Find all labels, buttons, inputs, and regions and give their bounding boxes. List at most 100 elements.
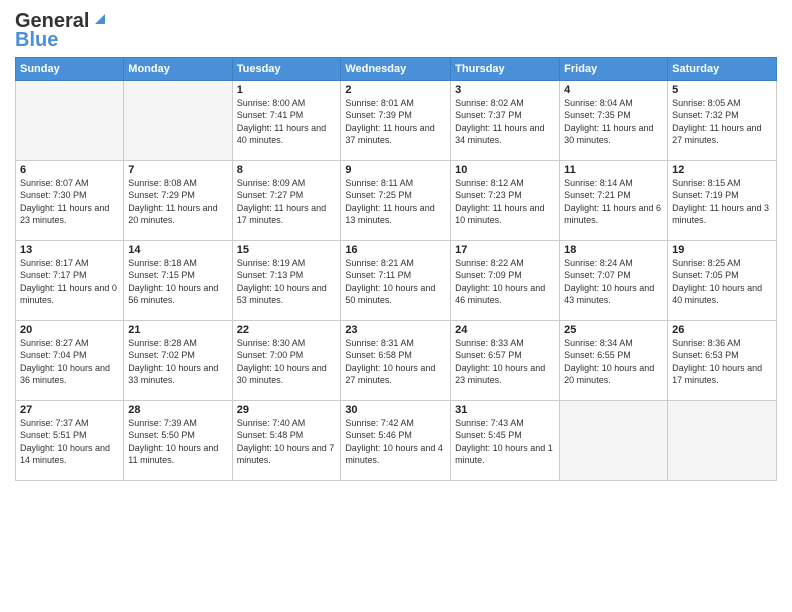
day-number: 3: [455, 84, 555, 96]
calendar-cell: 28Sunrise: 7:39 AM Sunset: 5:50 PM Dayli…: [124, 400, 232, 480]
calendar-cell: 20Sunrise: 8:27 AM Sunset: 7:04 PM Dayli…: [16, 320, 124, 400]
calendar-cell: 22Sunrise: 8:30 AM Sunset: 7:00 PM Dayli…: [232, 320, 341, 400]
calendar-header-row: SundayMondayTuesdayWednesdayThursdayFrid…: [16, 57, 777, 80]
calendar-cell: 18Sunrise: 8:24 AM Sunset: 7:07 PM Dayli…: [560, 240, 668, 320]
calendar-cell: [668, 400, 777, 480]
calendar-table: SundayMondayTuesdayWednesdayThursdayFrid…: [15, 57, 777, 481]
calendar-cell: 14Sunrise: 8:18 AM Sunset: 7:15 PM Dayli…: [124, 240, 232, 320]
day-info: Sunrise: 8:30 AM Sunset: 7:00 PM Dayligh…: [237, 337, 337, 387]
calendar-cell: 21Sunrise: 8:28 AM Sunset: 7:02 PM Dayli…: [124, 320, 232, 400]
day-number: 10: [455, 164, 555, 176]
header-tuesday: Tuesday: [232, 57, 341, 80]
day-info: Sunrise: 8:36 AM Sunset: 6:53 PM Dayligh…: [672, 337, 772, 387]
day-number: 18: [564, 244, 663, 256]
day-info: Sunrise: 8:11 AM Sunset: 7:25 PM Dayligh…: [345, 177, 446, 227]
logo-blue: Blue: [15, 29, 109, 51]
calendar-cell: 10Sunrise: 8:12 AM Sunset: 7:23 PM Dayli…: [451, 160, 560, 240]
calendar-cell: 6Sunrise: 8:07 AM Sunset: 7:30 PM Daylig…: [16, 160, 124, 240]
calendar-cell: 13Sunrise: 8:17 AM Sunset: 7:17 PM Dayli…: [16, 240, 124, 320]
day-info: Sunrise: 7:37 AM Sunset: 5:51 PM Dayligh…: [20, 417, 119, 467]
calendar-cell: 1Sunrise: 8:00 AM Sunset: 7:41 PM Daylig…: [232, 80, 341, 160]
calendar-cell: 8Sunrise: 8:09 AM Sunset: 7:27 PM Daylig…: [232, 160, 341, 240]
day-number: 13: [20, 244, 119, 256]
day-info: Sunrise: 8:00 AM Sunset: 7:41 PM Dayligh…: [237, 97, 337, 147]
day-number: 21: [128, 324, 227, 336]
calendar-cell: 26Sunrise: 8:36 AM Sunset: 6:53 PM Dayli…: [668, 320, 777, 400]
logo-icon: [91, 10, 109, 28]
day-number: 5: [672, 84, 772, 96]
page: General Blue SundayMondayTuesdayWednesda…: [0, 0, 792, 491]
day-info: Sunrise: 7:40 AM Sunset: 5:48 PM Dayligh…: [237, 417, 337, 467]
day-number: 25: [564, 324, 663, 336]
calendar-cell: 25Sunrise: 8:34 AM Sunset: 6:55 PM Dayli…: [560, 320, 668, 400]
day-number: 30: [345, 404, 446, 416]
day-number: 1: [237, 84, 337, 96]
day-number: 29: [237, 404, 337, 416]
header-saturday: Saturday: [668, 57, 777, 80]
day-number: 28: [128, 404, 227, 416]
calendar-cell: 23Sunrise: 8:31 AM Sunset: 6:58 PM Dayli…: [341, 320, 451, 400]
day-number: 2: [345, 84, 446, 96]
day-info: Sunrise: 7:39 AM Sunset: 5:50 PM Dayligh…: [128, 417, 227, 467]
day-info: Sunrise: 8:05 AM Sunset: 7:32 PM Dayligh…: [672, 97, 772, 147]
day-number: 8: [237, 164, 337, 176]
day-number: 16: [345, 244, 446, 256]
day-info: Sunrise: 8:22 AM Sunset: 7:09 PM Dayligh…: [455, 257, 555, 307]
day-number: 19: [672, 244, 772, 256]
day-info: Sunrise: 8:33 AM Sunset: 6:57 PM Dayligh…: [455, 337, 555, 387]
header-thursday: Thursday: [451, 57, 560, 80]
calendar-cell: [124, 80, 232, 160]
day-info: Sunrise: 8:14 AM Sunset: 7:21 PM Dayligh…: [564, 177, 663, 227]
header-sunday: Sunday: [16, 57, 124, 80]
calendar-cell: 15Sunrise: 8:19 AM Sunset: 7:13 PM Dayli…: [232, 240, 341, 320]
week-row-1: 1Sunrise: 8:00 AM Sunset: 7:41 PM Daylig…: [16, 80, 777, 160]
day-number: 24: [455, 324, 555, 336]
calendar-cell: 3Sunrise: 8:02 AM Sunset: 7:37 PM Daylig…: [451, 80, 560, 160]
day-info: Sunrise: 8:07 AM Sunset: 7:30 PM Dayligh…: [20, 177, 119, 227]
week-row-4: 20Sunrise: 8:27 AM Sunset: 7:04 PM Dayli…: [16, 320, 777, 400]
header: General Blue: [15, 10, 777, 51]
calendar-cell: 16Sunrise: 8:21 AM Sunset: 7:11 PM Dayli…: [341, 240, 451, 320]
week-row-5: 27Sunrise: 7:37 AM Sunset: 5:51 PM Dayli…: [16, 400, 777, 480]
day-info: Sunrise: 8:31 AM Sunset: 6:58 PM Dayligh…: [345, 337, 446, 387]
day-info: Sunrise: 8:08 AM Sunset: 7:29 PM Dayligh…: [128, 177, 227, 227]
day-number: 7: [128, 164, 227, 176]
calendar-cell: 9Sunrise: 8:11 AM Sunset: 7:25 PM Daylig…: [341, 160, 451, 240]
day-info: Sunrise: 8:18 AM Sunset: 7:15 PM Dayligh…: [128, 257, 227, 307]
day-number: 9: [345, 164, 446, 176]
calendar-cell: [560, 400, 668, 480]
day-number: 4: [564, 84, 663, 96]
day-info: Sunrise: 8:25 AM Sunset: 7:05 PM Dayligh…: [672, 257, 772, 307]
calendar-cell: 30Sunrise: 7:42 AM Sunset: 5:46 PM Dayli…: [341, 400, 451, 480]
day-info: Sunrise: 8:02 AM Sunset: 7:37 PM Dayligh…: [455, 97, 555, 147]
calendar-cell: 2Sunrise: 8:01 AM Sunset: 7:39 PM Daylig…: [341, 80, 451, 160]
calendar-cell: 11Sunrise: 8:14 AM Sunset: 7:21 PM Dayli…: [560, 160, 668, 240]
day-info: Sunrise: 8:27 AM Sunset: 7:04 PM Dayligh…: [20, 337, 119, 387]
calendar-cell: [16, 80, 124, 160]
calendar-cell: 29Sunrise: 7:40 AM Sunset: 5:48 PM Dayli…: [232, 400, 341, 480]
day-number: 14: [128, 244, 227, 256]
calendar-cell: 31Sunrise: 7:43 AM Sunset: 5:45 PM Dayli…: [451, 400, 560, 480]
day-number: 6: [20, 164, 119, 176]
day-number: 23: [345, 324, 446, 336]
day-number: 20: [20, 324, 119, 336]
day-number: 26: [672, 324, 772, 336]
day-info: Sunrise: 8:24 AM Sunset: 7:07 PM Dayligh…: [564, 257, 663, 307]
logo: General Blue: [15, 10, 109, 51]
header-friday: Friday: [560, 57, 668, 80]
day-number: 11: [564, 164, 663, 176]
day-info: Sunrise: 7:43 AM Sunset: 5:45 PM Dayligh…: [455, 417, 555, 467]
calendar-cell: 17Sunrise: 8:22 AM Sunset: 7:09 PM Dayli…: [451, 240, 560, 320]
day-number: 17: [455, 244, 555, 256]
header-wednesday: Wednesday: [341, 57, 451, 80]
week-row-2: 6Sunrise: 8:07 AM Sunset: 7:30 PM Daylig…: [16, 160, 777, 240]
day-number: 27: [20, 404, 119, 416]
calendar-cell: 5Sunrise: 8:05 AM Sunset: 7:32 PM Daylig…: [668, 80, 777, 160]
calendar-cell: 4Sunrise: 8:04 AM Sunset: 7:35 PM Daylig…: [560, 80, 668, 160]
day-number: 31: [455, 404, 555, 416]
calendar-cell: 7Sunrise: 8:08 AM Sunset: 7:29 PM Daylig…: [124, 160, 232, 240]
day-number: 22: [237, 324, 337, 336]
day-info: Sunrise: 8:01 AM Sunset: 7:39 PM Dayligh…: [345, 97, 446, 147]
day-info: Sunrise: 8:17 AM Sunset: 7:17 PM Dayligh…: [20, 257, 119, 307]
day-info: Sunrise: 8:04 AM Sunset: 7:35 PM Dayligh…: [564, 97, 663, 147]
